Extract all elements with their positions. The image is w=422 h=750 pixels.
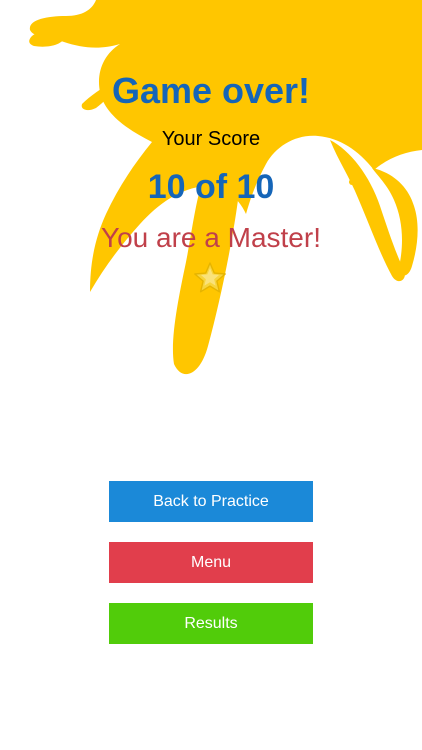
game-over-screen: Game over! Your Score 10 of 10 You are a… xyxy=(0,0,422,750)
star-icon xyxy=(194,262,226,293)
score-label: Your Score xyxy=(161,128,261,150)
back-to-practice-button[interactable]: Back to Practice xyxy=(109,481,313,522)
page-title: Game over! xyxy=(111,70,311,111)
menu-button[interactable]: Menu xyxy=(109,542,313,583)
score-value: 10 of 10 xyxy=(147,168,275,206)
results-button[interactable]: Results xyxy=(109,603,313,644)
rank-message: You are a Master! xyxy=(101,222,321,253)
